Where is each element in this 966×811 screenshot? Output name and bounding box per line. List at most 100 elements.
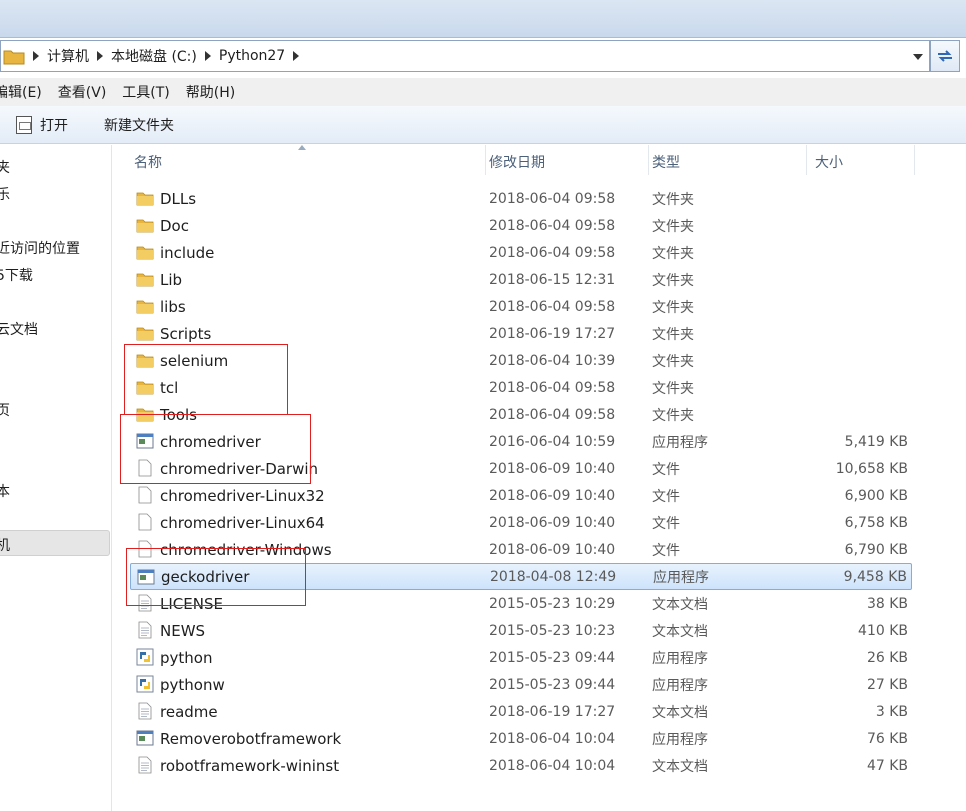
- menu-help[interactable]: 帮助(H): [186, 82, 235, 102]
- file-modified-date: 2015-05-23 09:44: [489, 649, 616, 666]
- open-button[interactable]: 打开: [16, 115, 68, 135]
- file-size: 5,419 KB: [844, 433, 908, 450]
- file-row[interactable]: pythonw 2015-05-23 09:44 应用程序 27 KB: [130, 671, 912, 698]
- file-row[interactable]: NEWS 2015-05-23 10:23 文本文档 410 KB: [130, 617, 912, 644]
- nav-item-recent-places[interactable]: 近访问的位置: [0, 238, 80, 258]
- file-name: geckodriver: [161, 567, 250, 586]
- file-row[interactable]: Doc 2018-06-04 09:58 文件夹: [130, 212, 912, 239]
- folder-icon: [136, 378, 154, 396]
- file-type: 应用程序: [652, 650, 708, 667]
- breadcrumb-computer[interactable]: 计算机: [47, 46, 89, 66]
- menu-tools[interactable]: 工具(T): [122, 82, 169, 102]
- file-type: 文件夹: [652, 380, 694, 397]
- nav-item-cloud-docs[interactable]: 云文档: [0, 319, 38, 339]
- file-row[interactable]: selenium 2018-06-04 10:39 文件夹: [130, 347, 912, 374]
- file-modified-date: 2018-04-08 12:49: [490, 568, 617, 585]
- column-header-type[interactable]: 类型: [652, 145, 807, 175]
- file-size: 10,658 KB: [835, 460, 908, 477]
- file-modified-date: 2018-06-04 09:58: [489, 298, 616, 315]
- refresh-button[interactable]: [930, 40, 960, 72]
- file-row[interactable]: Tools 2018-06-04 09:58 文件夹: [130, 401, 912, 428]
- command-toolbar: 打开 新建文件夹: [0, 106, 966, 144]
- column-header-date[interactable]: 修改日期: [489, 145, 649, 175]
- exe-icon: [136, 432, 154, 450]
- exe-icon: [136, 729, 154, 747]
- breadcrumb-arrow-icon[interactable]: [204, 51, 211, 61]
- file-row[interactable]: robotframework-wininst 2018-06-04 10:04 文本…: [130, 752, 912, 779]
- file-name: selenium: [160, 351, 229, 370]
- text-file-icon: [136, 621, 154, 639]
- file-row[interactable]: Scripts 2018-06-19 17:27 文件夹: [130, 320, 912, 347]
- nav-item-computer[interactable]: 机: [0, 535, 10, 555]
- breadcrumb-local-disk[interactable]: 本地磁盘 (C:): [111, 46, 197, 66]
- file-row[interactable]: chromedriver-Linux64 2018-06-09 10:40 文件 6,…: [130, 509, 912, 536]
- file-modified-date: 2018-06-04 09:58: [489, 190, 616, 207]
- text-file-icon: [136, 594, 154, 612]
- text-file-icon: [136, 756, 154, 774]
- nav-item-library[interactable]: 页: [0, 400, 10, 420]
- file-row[interactable]: geckodriver 2018-04-08 12:49 应用程序 9,458 KB: [130, 563, 912, 590]
- breadcrumb-arrow-icon[interactable]: [293, 51, 300, 61]
- file-type: 文件夹: [652, 353, 694, 370]
- nav-item-desktop[interactable]: 乐: [0, 184, 10, 204]
- file-row[interactable]: tcl 2018-06-04 09:58 文件夹: [130, 374, 912, 401]
- file-row[interactable]: chromedriver 2016-06-04 10:59 应用程序 5,419 KB: [130, 428, 912, 455]
- file-size: 6,790 KB: [844, 541, 908, 558]
- folder-icon: [3, 50, 25, 65]
- folder-icon: [136, 270, 154, 288]
- file-icon: [136, 459, 154, 477]
- file-size: 38 KB: [866, 595, 908, 612]
- menu-bar: 编辑(E) 查看(V) 工具(T) 帮助(H): [0, 78, 966, 106]
- file-modified-date: 2018-06-04 09:58: [489, 379, 616, 396]
- breadcrumb-arrow-icon[interactable]: [33, 51, 39, 61]
- column-header-name[interactable]: 名称: [134, 145, 486, 175]
- file-row[interactable]: LICENSE 2015-05-23 10:29 文本文档 38 KB: [130, 590, 912, 617]
- file-type: 文本文档: [652, 758, 708, 775]
- nav-item-library-sub3[interactable]: 本: [0, 481, 10, 501]
- open-label: 打开: [40, 117, 68, 134]
- menu-edit[interactable]: 编辑(E): [0, 82, 42, 102]
- column-header-size[interactable]: 大小: [815, 145, 915, 175]
- file-name: chromedriver-Linux64: [160, 513, 325, 532]
- folder-icon: [136, 324, 154, 342]
- file-modified-date: 2018-06-09 10:40: [489, 460, 616, 477]
- file-name: chromedriver: [160, 432, 261, 451]
- file-modified-date: 2018-06-04 09:58: [489, 406, 616, 423]
- file-name: pythonw: [160, 675, 225, 694]
- file-row[interactable]: libs 2018-06-04 09:58 文件夹: [130, 293, 912, 320]
- file-name: libs: [160, 297, 186, 316]
- file-row[interactable]: Lib 2018-06-15 12:31 文件夹: [130, 266, 912, 293]
- new-folder-button[interactable]: 新建文件夹: [104, 115, 174, 135]
- breadcrumb-python27[interactable]: Python27: [219, 48, 285, 64]
- file-modified-date: 2015-05-23 10:29: [489, 595, 616, 612]
- file-name: chromedriver-Darwin: [160, 459, 319, 478]
- file-row[interactable]: Removerobotframework 2018-06-04 10:04 应用程序…: [130, 725, 912, 752]
- file-modified-date: 2018-06-09 10:40: [489, 514, 616, 531]
- file-row[interactable]: chromedriver-Windows 2018-06-09 10:40 文件 6,…: [130, 536, 912, 563]
- file-name: Lib: [160, 270, 183, 289]
- file-row[interactable]: DLLs 2018-06-04 09:58 文件夹: [130, 185, 912, 212]
- nav-item-favorites[interactable]: 夹: [0, 157, 10, 177]
- file-row[interactable]: chromedriver-Linux32 2018-06-09 10:40 文件 6,…: [130, 482, 912, 509]
- address-bar[interactable]: 计算机 本地磁盘 (C:) Python27: [0, 40, 930, 72]
- file-icon: [136, 540, 154, 558]
- file-name: Scripts: [160, 324, 212, 343]
- file-modified-date: 2018-06-15 12:31: [489, 271, 616, 288]
- file-row[interactable]: include 2018-06-04 09:58 文件夹: [130, 239, 912, 266]
- file-row[interactable]: python 2015-05-23 09:44 应用程序 26 KB: [130, 644, 912, 671]
- file-type: 文件: [652, 515, 680, 532]
- nav-item-download-folder[interactable]: 5下载: [0, 265, 33, 285]
- refresh-icon: [938, 50, 952, 62]
- file-name: robotframework-wininst: [160, 756, 340, 775]
- file-modified-date: 2018-06-19 17:27: [489, 325, 616, 342]
- file-row[interactable]: readme 2018-06-19 17:27 文本文档 3 KB: [130, 698, 912, 725]
- file-type: 应用程序: [652, 731, 708, 748]
- menu-view[interactable]: 查看(V): [58, 82, 107, 102]
- file-size: 3 KB: [875, 703, 908, 720]
- file-row[interactable]: chromedriver-Darwin 2018-06-09 10:40 文件 10,…: [130, 455, 912, 482]
- file-modified-date: 2018-06-04 10:04: [489, 730, 616, 747]
- file-name: tcl: [160, 378, 179, 397]
- address-history-dropdown-icon[interactable]: [913, 54, 923, 60]
- folder-icon: [136, 216, 154, 234]
- breadcrumb-arrow-icon[interactable]: [97, 51, 103, 61]
